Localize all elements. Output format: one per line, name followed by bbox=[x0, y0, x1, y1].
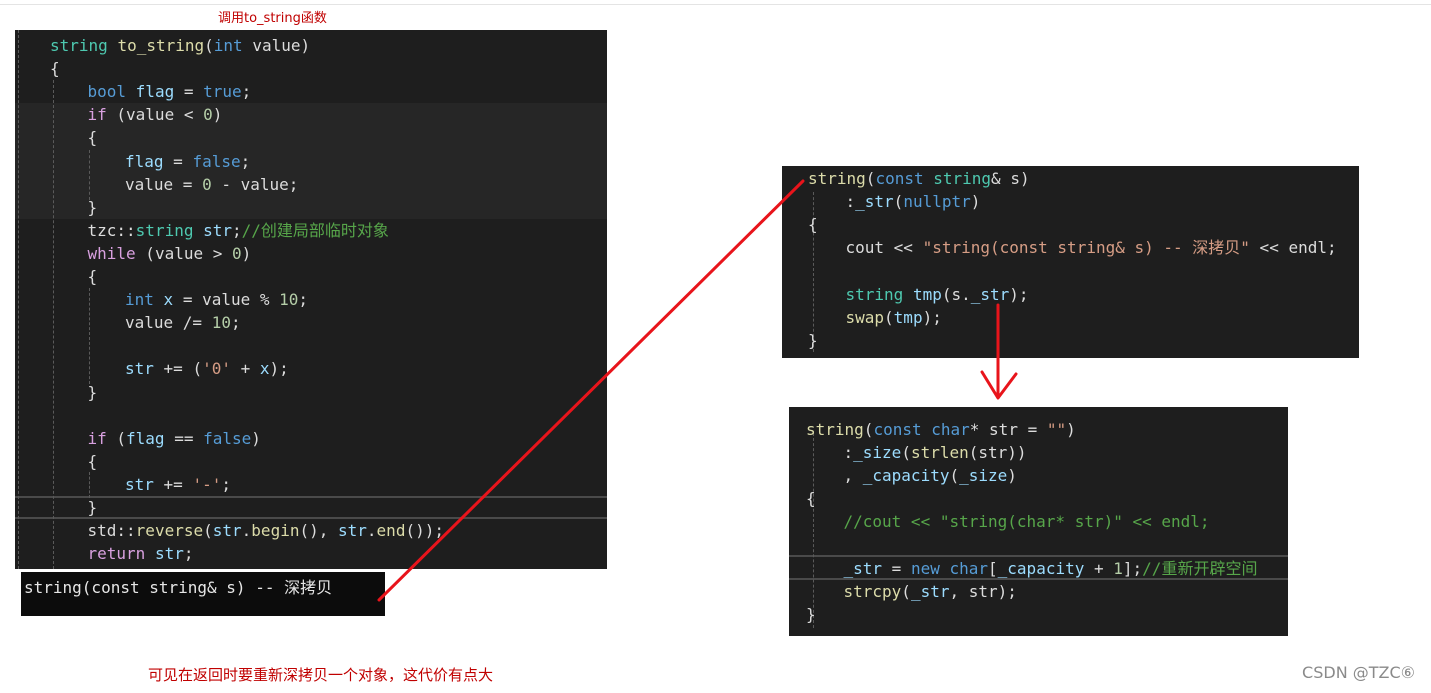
annotation-overlay bbox=[377, 179, 1018, 602]
annotation-diagonal-line bbox=[377, 179, 805, 602]
